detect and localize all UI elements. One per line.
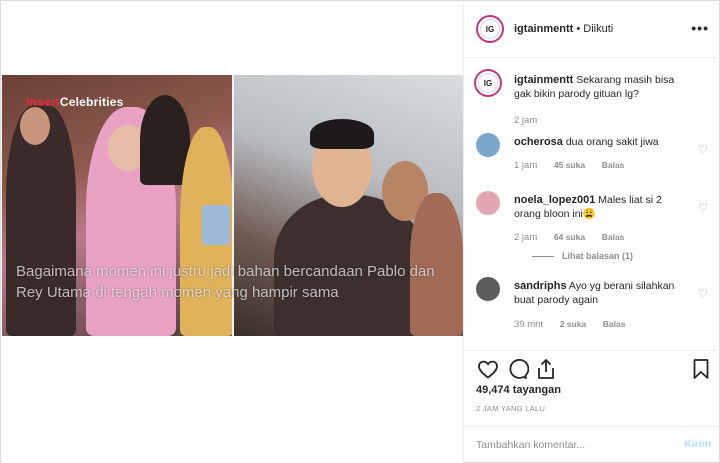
comment-input[interactable] — [476, 437, 666, 453]
caption-author-avatar-initials: IG — [478, 73, 498, 93]
bookmark-icon[interactable] — [689, 357, 713, 381]
comments-list[interactable]: IG igtainmentt Sekarang masih bisa gak b… — [464, 59, 720, 349]
video-player[interactable]: InsertCelebrities Bagaimana momen ini ju… — [2, 75, 463, 336]
commenter-avatar[interactable] — [476, 133, 500, 157]
caption-time[interactable]: 2 jam — [514, 115, 537, 126]
like-comment-heart-icon[interactable]: ♡ — [698, 201, 710, 214]
post-header: IG igtainmentt • Diikuti ••• — [464, 2, 720, 58]
author-avatar-initials: IG — [480, 19, 500, 39]
comment-likes[interactable]: 45 suka — [554, 160, 585, 170]
like-comment-heart-icon[interactable]: ♡ — [698, 143, 710, 156]
comment-username[interactable]: ocherosa — [514, 136, 563, 148]
comment-text-block: noela_lopez001 Males liat si 2 orang blo… — [514, 193, 689, 221]
author-username[interactable]: igtainmentt — [514, 23, 573, 35]
post-actions: 49,474 tayangan 2 JAM YANG LALU — [464, 350, 720, 426]
post-side-panel: IG igtainmentt • Diikuti ••• IG igtainme… — [463, 2, 720, 463]
follow-status[interactable]: • Diikuti — [576, 23, 613, 35]
comment-text: dua orang sakit jiwa — [565, 136, 659, 148]
caption-meta: 2 jam — [514, 115, 551, 126]
commenter-avatar[interactable] — [476, 277, 500, 301]
reply-button[interactable]: Balas — [602, 232, 625, 242]
comment-likes[interactable]: 2 suka — [560, 319, 586, 329]
caption-comment: IG igtainmentt Sekarang masih bisa gak b… — [474, 69, 716, 131]
post-frame: InsertCelebrities Bagaimana momen ini ju… — [0, 0, 720, 463]
comment-bubble-icon[interactable] — [505, 357, 529, 381]
video-caption: Bagaimana momen ini justru jadi bahan be… — [16, 263, 435, 301]
comment-meta: 2 jam 64 suka Balas — [514, 232, 638, 243]
like-comment-heart-icon[interactable]: ♡ — [698, 287, 710, 300]
author-line: igtainmentt • Diikuti — [514, 23, 613, 35]
view-replies-link[interactable]: Lihat balasan (1) — [532, 251, 633, 261]
reply-button[interactable]: Balas — [603, 319, 626, 329]
comment-text-block: ocherosa dua orang sakit jiwa — [514, 135, 689, 149]
comment-meta: 39 mnt 2 suka Balas — [514, 319, 639, 330]
comment-time[interactable]: 2 jam — [514, 232, 537, 243]
comment-username[interactable]: noela_lopez001 — [514, 194, 595, 206]
comment-likes[interactable]: 64 suka — [554, 232, 585, 242]
caption-author-avatar[interactable]: IG — [474, 69, 502, 97]
share-icon[interactable] — [534, 357, 558, 381]
view-count[interactable]: 49,474 tayangan — [476, 384, 561, 396]
comment-item: sandriphs Ayo yg berani silahkan buat pa… — [476, 277, 716, 337]
replies-line — [532, 256, 554, 258]
comment-time[interactable]: 1 jam — [514, 160, 537, 171]
comment-meta: 1 jam 45 suka Balas — [514, 160, 638, 171]
more-options-button[interactable]: ••• — [691, 20, 709, 36]
commenter-avatar[interactable] — [476, 191, 500, 215]
channel-logo: InsertCelebrities — [26, 95, 124, 109]
caption-text-block: igtainmentt Sekarang masih bisa gak biki… — [514, 73, 694, 101]
send-comment-button[interactable]: Kirim — [684, 438, 711, 450]
comment-composer: Kirim — [464, 426, 720, 463]
view-replies-label: Lihat balasan (1) — [562, 251, 634, 261]
like-heart-icon[interactable] — [476, 357, 500, 381]
comment-time[interactable]: 39 mnt — [514, 319, 543, 330]
comment-username[interactable]: sandriphs — [514, 280, 567, 292]
comment-item: ocherosa dua orang sakit jiwa 1 jam 45 s… — [476, 133, 716, 177]
media-area[interactable]: InsertCelebrities Bagaimana momen ini ju… — [2, 2, 463, 463]
author-avatar[interactable]: IG — [476, 15, 504, 43]
reply-button[interactable]: Balas — [602, 160, 625, 170]
comment-text-block: sandriphs Ayo yg berani silahkan buat pa… — [514, 279, 689, 307]
caption-username[interactable]: igtainmentt — [514, 74, 573, 86]
posted-time[interactable]: 2 JAM YANG LALU — [476, 404, 545, 413]
